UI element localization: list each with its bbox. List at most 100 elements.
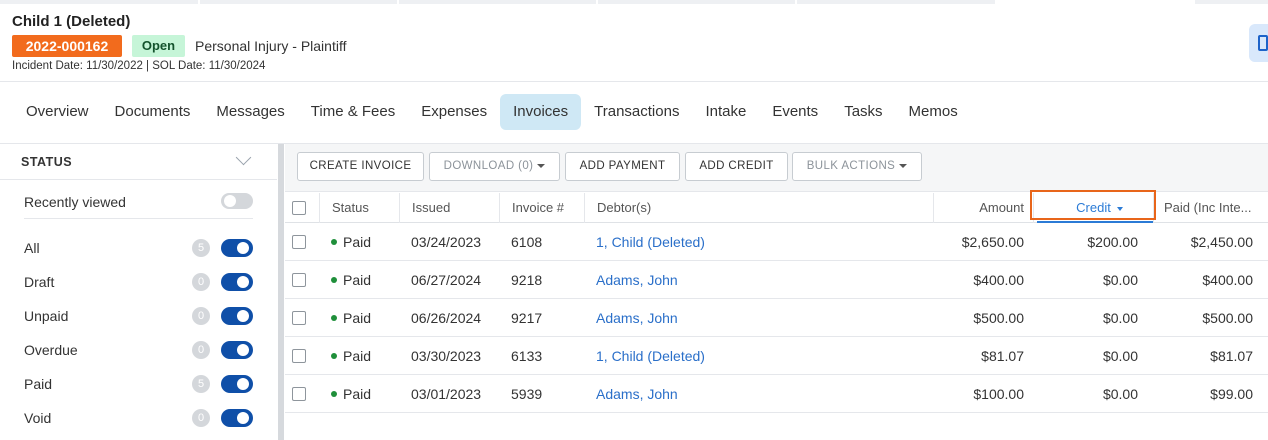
row-checkbox[interactable] bbox=[292, 349, 306, 363]
status-filter-toggle[interactable] bbox=[221, 375, 253, 393]
column-header-amount[interactable]: Amount bbox=[933, 193, 1033, 223]
invoice-number: 5939 bbox=[511, 386, 543, 402]
column-header-status[interactable]: Status bbox=[319, 193, 399, 223]
recently-viewed-label: Recently viewed bbox=[24, 194, 126, 210]
create-invoice-button[interactable]: CREATE INVOICE bbox=[297, 152, 424, 181]
debtor-link[interactable]: Adams, John bbox=[596, 375, 926, 413]
status-filter-label: Unpaid bbox=[24, 308, 69, 324]
column-header-invoice[interactable]: Invoice # bbox=[499, 193, 584, 223]
credit-value: $0.00 bbox=[1102, 272, 1138, 288]
chevron-down-icon[interactable] bbox=[235, 149, 252, 166]
tab-expenses[interactable]: Expenses bbox=[408, 94, 500, 130]
table-row[interactable]: Paid 03/30/2023 6133 1, Child (Deleted) $81.… bbox=[285, 337, 1268, 375]
bookmark-icon[interactable] bbox=[1249, 24, 1268, 62]
tab-memos[interactable]: Memos bbox=[896, 94, 971, 130]
paid-value: $81.07 bbox=[1210, 348, 1253, 364]
status-filter-toggle[interactable] bbox=[221, 409, 253, 427]
matter-status-badge: Open bbox=[132, 35, 185, 57]
table-row[interactable]: Paid 06/27/2024 9218 Adams, John $400.00 $0.0… bbox=[285, 261, 1268, 299]
table-row[interactable]: Paid 06/26/2024 9217 Adams, John $500.00 $0.0… bbox=[285, 299, 1268, 337]
column-header-paid[interactable]: Paid (Inc Inte... bbox=[1153, 193, 1268, 223]
credit-value: $200.00 bbox=[1087, 234, 1138, 250]
tab-messages[interactable]: Messages bbox=[203, 94, 297, 130]
invoice-number: 9218 bbox=[511, 272, 543, 288]
status-filter-header[interactable]: STATUS bbox=[0, 144, 277, 180]
row-select-cell bbox=[285, 261, 319, 299]
select-all-checkbox[interactable] bbox=[292, 201, 306, 215]
debtor-link[interactable]: 1, Child (Deleted) bbox=[596, 337, 926, 375]
tab-intake[interactable]: Intake bbox=[692, 94, 759, 130]
caret-down-icon bbox=[899, 163, 908, 168]
status-filter-toggle[interactable] bbox=[221, 307, 253, 325]
issued-date: 03/01/2023 bbox=[411, 386, 482, 402]
add-credit-button[interactable]: ADD CREDIT bbox=[685, 152, 788, 181]
debtor-link[interactable]: Adams, John bbox=[596, 261, 926, 299]
issued-date: 03/24/2023 bbox=[411, 234, 482, 250]
status-cell: Paid bbox=[331, 223, 399, 261]
status-count-badge: 0 bbox=[192, 341, 210, 359]
paid-value: $500.00 bbox=[1202, 310, 1253, 326]
status-label: Paid bbox=[343, 386, 372, 402]
add-credit-label: ADD CREDIT bbox=[699, 160, 774, 172]
status-filter-label: Overdue bbox=[24, 342, 78, 358]
tab-documents[interactable]: Documents bbox=[102, 94, 204, 130]
status-cell: Paid bbox=[331, 261, 399, 299]
issued-date: 03/30/2023 bbox=[411, 348, 482, 364]
paid-value: $2,450.00 bbox=[1190, 234, 1253, 250]
bulk-actions-button[interactable]: BULK ACTIONS bbox=[792, 152, 922, 181]
tab-invoices[interactable]: Invoices bbox=[500, 94, 582, 130]
add-payment-button[interactable]: ADD PAYMENT bbox=[565, 152, 680, 181]
status-filter-heading: STATUS bbox=[21, 155, 73, 169]
row-checkbox[interactable] bbox=[292, 311, 306, 325]
status-filter-label: Void bbox=[24, 410, 52, 426]
status-filter-toggle[interactable] bbox=[221, 239, 253, 257]
window-tab-active[interactable] bbox=[995, 0, 1195, 4]
recently-viewed-toggle[interactable] bbox=[221, 193, 253, 209]
tab-strip-divider bbox=[795, 0, 797, 4]
tab-time-fees[interactable]: Time & Fees bbox=[298, 94, 408, 130]
status-count-badge: 5 bbox=[192, 375, 210, 393]
tab-events[interactable]: Events bbox=[759, 94, 831, 130]
status-filter-label: Paid bbox=[24, 376, 53, 392]
status-filter-draft: Draft 0 bbox=[24, 272, 254, 292]
status-dot-icon bbox=[331, 353, 337, 360]
header-divider bbox=[0, 81, 1268, 82]
caret-down-icon bbox=[537, 163, 546, 168]
tab-tasks[interactable]: Tasks bbox=[831, 94, 895, 130]
status-filter-toggle[interactable] bbox=[221, 341, 253, 359]
debtor-link[interactable]: Adams, John bbox=[596, 299, 926, 337]
amount-value: $400.00 bbox=[973, 272, 1024, 288]
row-select-cell bbox=[285, 299, 319, 337]
recently-viewed-filter: Recently viewed bbox=[24, 191, 254, 213]
matter-title: Child 1 (Deleted) bbox=[12, 13, 131, 30]
status-dot-icon bbox=[331, 277, 337, 284]
bulk-actions-label: BULK ACTIONS bbox=[806, 160, 896, 172]
row-checkbox[interactable] bbox=[292, 273, 306, 287]
column-header-issued[interactable]: Issued bbox=[399, 193, 499, 223]
row-checkbox[interactable] bbox=[292, 235, 306, 249]
paid-value: $400.00 bbox=[1202, 272, 1253, 288]
table-row[interactable]: Paid 03/01/2023 5939 Adams, John $100.00 $0.0… bbox=[285, 375, 1268, 413]
row-checkbox[interactable] bbox=[292, 387, 306, 401]
panel-resize-handle[interactable] bbox=[278, 144, 284, 440]
tab-strip-divider bbox=[596, 0, 598, 4]
status-filter-all: All 5 bbox=[24, 238, 254, 258]
issued-date: 06/26/2024 bbox=[411, 310, 482, 326]
status-filter-panel: STATUS Recently viewed All 5 Draft 0 Unpaid 0… bbox=[0, 144, 277, 440]
status-dot-icon bbox=[331, 391, 337, 398]
debtor-link[interactable]: 1, Child (Deleted) bbox=[596, 223, 926, 261]
invoice-toolbar: CREATE INVOICE DOWNLOAD (0) ADD PAYMENT … bbox=[285, 144, 1268, 192]
status-filter-void: Void 0 bbox=[24, 408, 254, 428]
column-header-debtor[interactable]: Debtor(s) bbox=[584, 193, 933, 223]
download-button[interactable]: DOWNLOAD (0) bbox=[429, 152, 560, 181]
add-payment-label: ADD PAYMENT bbox=[579, 160, 666, 172]
status-count-badge: 0 bbox=[192, 409, 210, 427]
credit-value: $0.00 bbox=[1102, 386, 1138, 402]
status-cell: Paid bbox=[331, 375, 399, 413]
status-filter-toggle[interactable] bbox=[221, 273, 253, 291]
table-row[interactable]: Paid 03/24/2023 6108 1, Child (Deleted) $2,6… bbox=[285, 223, 1268, 261]
status-count-badge: 5 bbox=[192, 239, 210, 257]
tab-transactions[interactable]: Transactions bbox=[581, 94, 692, 130]
status-dot-icon bbox=[331, 239, 337, 246]
tab-overview[interactable]: Overview bbox=[13, 94, 102, 130]
